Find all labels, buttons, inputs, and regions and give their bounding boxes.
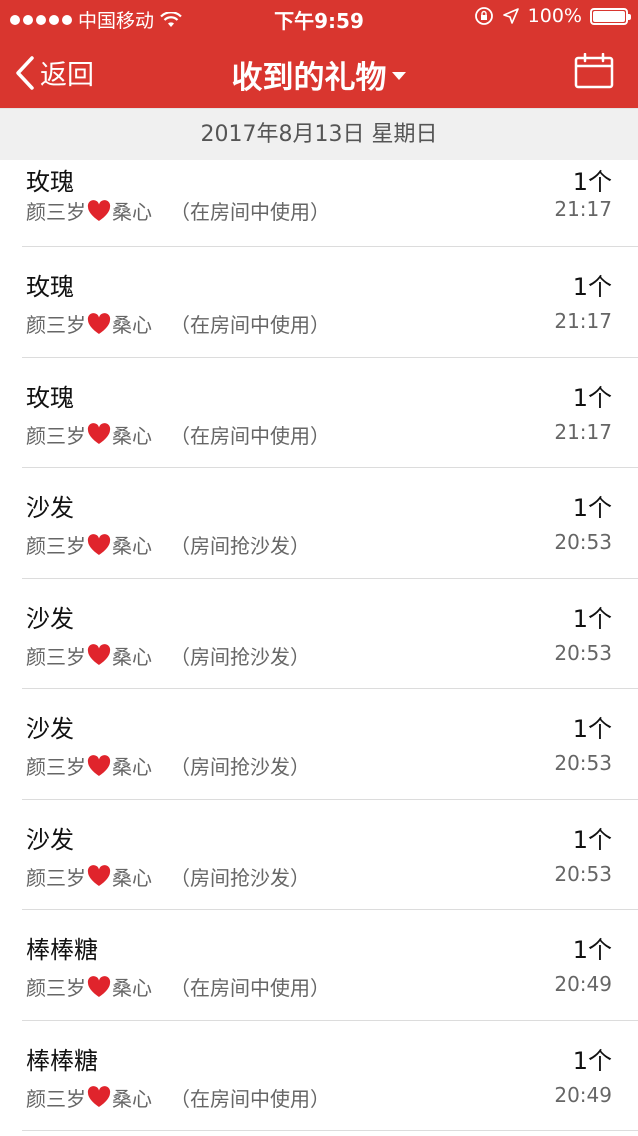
sender-line: 颜三岁 桑心 （在房间中使用） <box>26 309 330 338</box>
title-dropdown[interactable]: 收到的礼物 <box>0 52 638 97</box>
gift-usage-note: （在房间中使用） <box>170 976 330 1000</box>
sender-line: 颜三岁 桑心 （在房间中使用） <box>26 196 330 225</box>
orientation-lock-icon <box>474 7 493 25</box>
sender-name-part2: 桑心 <box>112 423 152 448</box>
sender-name-part1: 颜三岁 <box>26 1086 86 1111</box>
sender-name-part1: 颜三岁 <box>26 423 86 448</box>
calendar-icon <box>574 52 614 89</box>
sender-name-part2: 桑心 <box>112 976 152 1000</box>
calendar-button[interactable] <box>574 52 614 93</box>
sender-name-part1: 颜三岁 <box>26 200 86 224</box>
gift-quantity: 1个 <box>572 604 612 633</box>
gift-time: 21:17 <box>554 309 612 333</box>
sender-line: 颜三岁 桑心 （在房间中使用） <box>26 972 330 1001</box>
gift-name: 棒棒糖 <box>26 936 98 964</box>
gift-usage-note: （在房间中使用） <box>170 313 330 337</box>
gift-row[interactable]: 沙发 颜三岁 桑心 （房间抢沙发） 1个 20:53 <box>22 579 638 689</box>
gift-time: 21:17 <box>554 419 612 444</box>
sender-name-part2: 桑心 <box>112 534 152 558</box>
gift-name: 玫瑰 <box>26 273 74 301</box>
gift-row[interactable]: 沙发 颜三岁 桑心 （房间抢沙发） 1个 20:53 <box>22 689 638 800</box>
heart-icon <box>87 423 111 444</box>
heart-icon <box>87 865 111 886</box>
gift-usage-note: （在房间中使用） <box>170 200 330 224</box>
sender-name-part1: 颜三岁 <box>26 644 86 669</box>
gift-quantity: 1个 <box>572 494 612 522</box>
gift-quantity: 1个 <box>572 1046 612 1075</box>
heart-icon <box>87 1086 111 1107</box>
sender-line: 颜三岁 桑心 （房间抢沙发） <box>26 751 310 780</box>
battery-icon <box>590 7 631 25</box>
gift-row[interactable]: 棒棒糖 颜三岁 桑心 （在房间中使用） 1个 20:49 <box>22 1021 638 1131</box>
gift-time: 20:53 <box>554 640 612 665</box>
gift-usage-note: （在房间中使用） <box>170 1086 330 1111</box>
sender-name-part2: 桑心 <box>112 865 152 890</box>
sender-line: 颜三岁 桑心 （房间抢沙发） <box>26 862 310 891</box>
heart-icon <box>87 975 111 997</box>
sender-line: 颜三岁 桑心 （房间抢沙发） <box>26 641 310 670</box>
gift-time: 20:53 <box>554 861 612 886</box>
sender-name-part1: 颜三岁 <box>26 976 86 1000</box>
heart-icon <box>87 199 111 221</box>
gift-name: 玫瑰 <box>26 168 74 196</box>
gift-name: 沙发 <box>26 494 74 522</box>
gift-row[interactable]: 玫瑰 颜三岁 桑心 （在房间中使用） 1个 21:17 <box>22 160 638 247</box>
heart-icon <box>87 644 111 665</box>
sender-name-part1: 颜三岁 <box>26 313 86 337</box>
sender-name-part1: 颜三岁 <box>26 755 86 779</box>
battery-percentage: 100% <box>527 5 582 27</box>
sender-line: 颜三岁 桑心 （房间抢沙发） <box>26 530 310 559</box>
page-title: 收到的礼物 <box>231 60 387 96</box>
nav-bar: 返回 收到的礼物 <box>0 36 638 108</box>
gift-name: 沙发 <box>26 604 74 633</box>
sender-name-part1: 颜三岁 <box>26 865 86 890</box>
caret-down-icon <box>391 71 406 80</box>
heart-icon <box>87 754 111 776</box>
gift-row[interactable]: 沙发 颜三岁 桑心 （房间抢沙发） 1个 20:53 <box>22 800 638 910</box>
sender-name-part2: 桑心 <box>112 755 152 779</box>
gift-row[interactable]: 沙发 颜三岁 桑心 （房间抢沙发） 1个 20:53 <box>22 468 638 579</box>
gift-quantity: 1个 <box>572 936 612 964</box>
sender-name-part2: 桑心 <box>112 1086 152 1111</box>
gift-quantity: 1个 <box>572 825 612 854</box>
gift-name: 玫瑰 <box>26 383 74 412</box>
sender-line: 颜三岁 桑心 （在房间中使用） <box>26 1083 330 1112</box>
gift-quantity: 1个 <box>572 715 612 743</box>
gift-usage-note: （房间抢沙发） <box>170 534 310 558</box>
heart-icon <box>87 312 111 334</box>
date-section-header: 2017年8月13日 星期日 <box>0 108 638 160</box>
sender-name-part1: 颜三岁 <box>26 534 86 558</box>
gift-quantity: 1个 <box>572 168 612 196</box>
sender-line: 颜三岁 桑心 （在房间中使用） <box>26 420 330 449</box>
gift-name: 棒棒糖 <box>26 1046 98 1075</box>
gift-name: 沙发 <box>26 715 74 743</box>
sender-name-part2: 桑心 <box>112 313 152 337</box>
gift-time: 20:49 <box>554 1082 612 1107</box>
gift-usage-note: （房间抢沙发） <box>170 865 310 890</box>
gift-time: 20:53 <box>554 530 612 554</box>
app-header: 中国移动 下午9:59 100% 返回 收到的礼物 <box>0 0 638 108</box>
gift-time: 20:53 <box>554 751 612 775</box>
heart-icon <box>87 533 111 555</box>
gift-list: 玫瑰 颜三岁 桑心 （在房间中使用） 1个 21:17 玫瑰 颜三岁 桑心 （在… <box>0 160 638 1131</box>
status-right: 100% <box>474 5 631 27</box>
gift-name: 沙发 <box>26 825 74 854</box>
sender-name-part2: 桑心 <box>112 644 152 669</box>
gift-time: 20:49 <box>554 972 612 996</box>
status-bar: 中国移动 下午9:59 100% <box>0 0 638 36</box>
sender-name-part2: 桑心 <box>112 200 152 224</box>
gift-row[interactable]: 棒棒糖 颜三岁 桑心 （在房间中使用） 1个 20:49 <box>22 910 638 1021</box>
gift-quantity: 1个 <box>572 383 612 412</box>
gift-usage-note: （房间抢沙发） <box>170 755 310 779</box>
gift-row[interactable]: 玫瑰 颜三岁 桑心 （在房间中使用） 1个 21:17 <box>22 358 638 468</box>
gift-quantity: 1个 <box>572 273 612 301</box>
location-arrow-icon <box>502 8 519 24</box>
gift-row[interactable]: 玫瑰 颜三岁 桑心 （在房间中使用） 1个 21:17 <box>22 247 638 358</box>
gift-usage-note: （房间抢沙发） <box>170 644 310 669</box>
gift-usage-note: （在房间中使用） <box>170 423 330 448</box>
gift-time: 21:17 <box>554 197 612 221</box>
